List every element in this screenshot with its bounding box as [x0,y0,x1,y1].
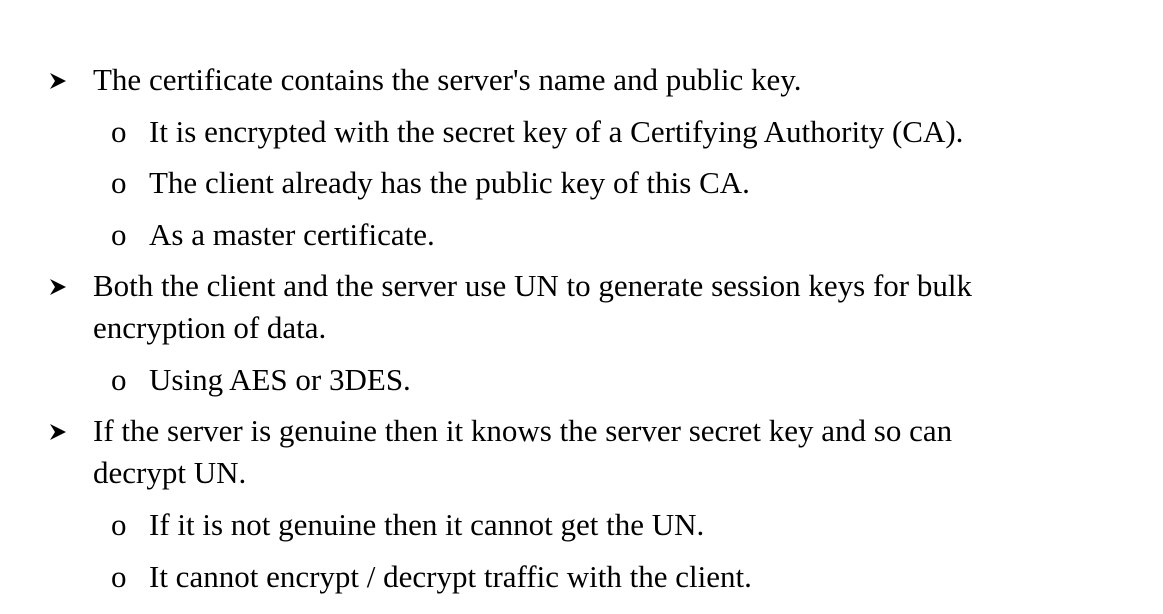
bullet-text-line: If the server is genuine then it knows t… [93,413,953,448]
sub-bullet-item: o As a master certificate. [111,214,435,256]
arrow-bullet-icon [48,410,68,452]
bullet-text-line: It is encrypted with the secret key of a… [149,114,964,149]
document-page: The certificate contains the server's na… [0,0,1163,614]
bullet-item: Both the client and the server use UN to… [50,265,972,307]
bullet-item: The certificate contains the server's na… [50,59,802,101]
arrow-bullet-icon [48,59,68,101]
arrow-bullet-icon [48,265,68,307]
bullet-item-continuation: decrypt UN. [93,452,246,494]
sub-bullet-item: o If it is not genuine then it cannot ge… [111,504,705,546]
bullet-text-line: As a master certificate. [149,217,435,252]
circle-bullet-icon: o [111,165,127,200]
bullet-text-line: The client already has the public key of… [149,165,750,200]
bullet-item: If the server is genuine then it knows t… [50,410,953,452]
bullet-text-line: If it is not genuine then it cannot get … [149,507,705,542]
circle-bullet-icon: o [111,559,127,594]
sub-bullet-item: o It is encrypted with the secret key of… [111,111,964,153]
sub-bullet-item: o It cannot encrypt / decrypt traffic wi… [111,556,752,598]
circle-bullet-icon: o [111,507,127,542]
sub-bullet-item: o Using AES or 3DES. [111,359,411,401]
bullet-text-line: It cannot encrypt / decrypt traffic with… [149,559,752,594]
bullet-text-line: The certificate contains the server's na… [93,62,802,97]
bullet-text-line: decrypt UN. [93,455,247,490]
circle-bullet-icon: o [111,362,127,397]
sub-bullet-item: o The client already has the public key … [111,162,750,204]
bullet-item-continuation: encryption of data. [93,307,326,349]
circle-bullet-icon: o [111,114,127,149]
circle-bullet-icon: o [111,217,127,252]
bullet-text-line: Using AES or 3DES. [149,362,411,397]
bullet-text-line: encryption of data. [93,310,327,345]
bullet-text-line: Both the client and the server use UN to… [93,268,972,303]
